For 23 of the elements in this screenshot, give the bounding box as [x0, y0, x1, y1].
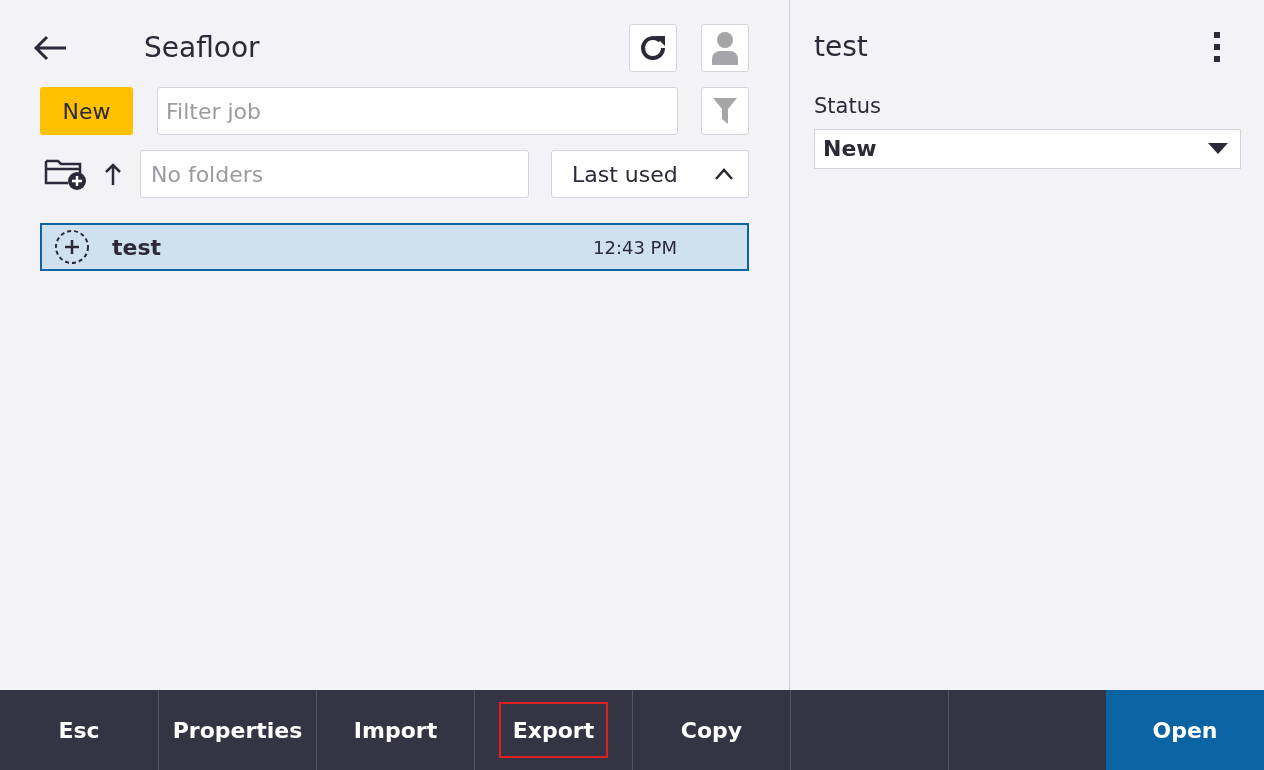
up-arrow-icon[interactable] — [104, 162, 122, 186]
toolbar-button[interactable]: Copy — [666, 702, 757, 758]
job-row[interactable]: test 12:43 PM — [40, 223, 749, 271]
folder-field[interactable]: No folders — [140, 150, 529, 198]
status-label: Status — [814, 93, 882, 120]
more-menu-icon[interactable] — [1213, 32, 1221, 62]
sort-dropdown[interactable]: Last used — [551, 150, 749, 198]
back-arrow-icon[interactable] — [32, 34, 68, 62]
person-icon — [712, 31, 738, 65]
toolbar-button[interactable]: Esc — [44, 702, 114, 758]
toolbar-button[interactable]: Export — [498, 702, 609, 758]
status-dropdown[interactable]: New — [814, 128, 1241, 169]
toolbar-button[interactable]: Properties — [158, 702, 317, 758]
new-button[interactable]: New — [40, 87, 133, 135]
job-title: test — [814, 29, 868, 65]
new-folder-icon[interactable] — [44, 157, 88, 191]
filter-field[interactable]: Filter job — [157, 87, 678, 135]
refresh-button[interactable] — [629, 24, 677, 72]
dashed-plus-circle-icon — [54, 229, 90, 265]
funnel-icon — [713, 98, 737, 124]
dropdown-arrow-icon — [1208, 143, 1228, 154]
page-title: Seafloor — [144, 30, 260, 66]
toolbar-button[interactable]: Import — [339, 702, 452, 758]
